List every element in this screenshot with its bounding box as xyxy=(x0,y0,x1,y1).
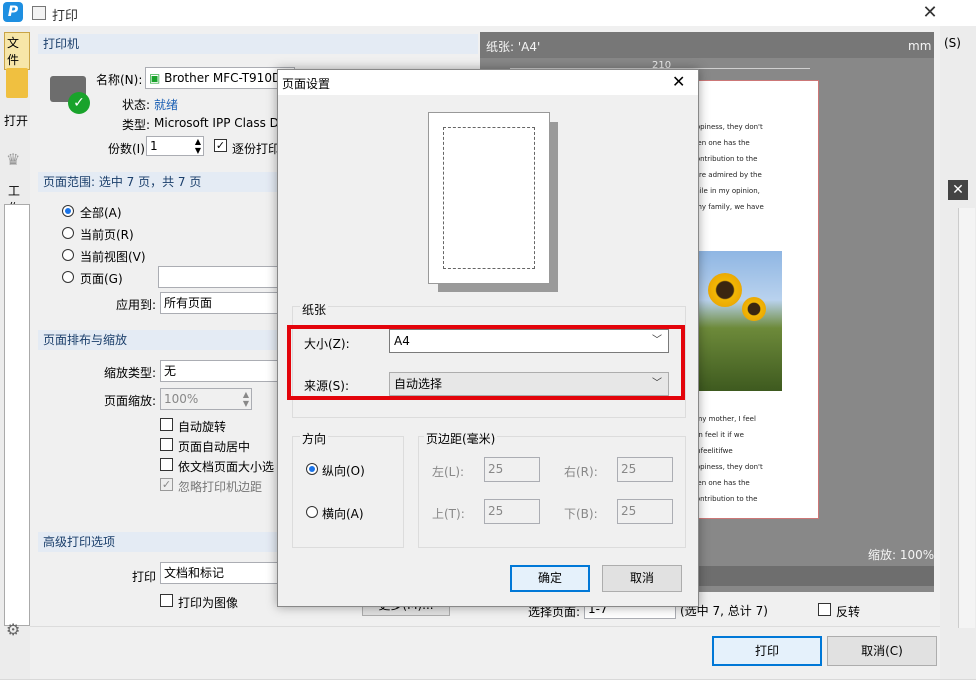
page-scale-input[interactable]: 100% ▲ ▼ xyxy=(160,388,252,410)
collate-label: 逐份打印 xyxy=(232,142,281,156)
paper-group-title: 纸张 xyxy=(300,301,329,318)
margins-group-title: 页边距(毫米) xyxy=(424,430,498,447)
range-current-view-label: 当前视图(V) xyxy=(80,250,146,264)
margin-left-label: 左(L): xyxy=(432,465,465,479)
range-pages-input[interactable] xyxy=(158,266,278,288)
printer-name-select[interactable]: ▣ Brother MFC-T910D xyxy=(145,67,295,89)
auto-center-label: 页面自动居中 xyxy=(178,440,251,454)
print-as-image-label: 打印为图像 xyxy=(178,596,239,610)
printer-group-title: 打印机 xyxy=(38,34,478,54)
zoom-text: 缩放: 100% xyxy=(868,548,935,562)
margin-right-label: 右(R): xyxy=(564,465,598,479)
margin-left-input[interactable]: 25 xyxy=(484,457,540,482)
page-setup-close-icon[interactable]: ✕ xyxy=(672,72,685,91)
printer-status-value: 就绪 xyxy=(154,98,179,112)
range-current-view-radio[interactable] xyxy=(62,249,74,261)
unit-label: mm xyxy=(908,39,932,53)
margin-right-input[interactable]: 25 xyxy=(617,457,673,482)
bg-close-icon: ✕ xyxy=(948,180,968,200)
bg-panel xyxy=(4,204,30,626)
printer-type-value: Microsoft IPP Class Dr xyxy=(154,116,284,130)
range-all-label: 全部(A) xyxy=(80,206,122,220)
window-titlebar: P 打印 ✕ xyxy=(0,0,976,27)
reverse-checkbox[interactable] xyxy=(818,603,831,616)
bg-file-tab: 文件 xyxy=(4,32,30,70)
bg-scrollbar xyxy=(958,208,975,628)
page-setup-title: 页面设置 xyxy=(282,77,331,91)
sample-page-margins xyxy=(443,127,535,269)
scale-type-label: 缩放类型: xyxy=(104,366,157,380)
paper-size-label: 纸张: 'A4' xyxy=(486,40,541,54)
collate-checkbox[interactable]: ✓ xyxy=(214,139,227,152)
page-scale-label: 页面缩放: xyxy=(104,394,157,408)
bg-gear-icon: ⚙ xyxy=(6,620,21,639)
ignore-margins-checkbox[interactable]: ✓ xyxy=(160,478,173,491)
sample-page xyxy=(428,112,550,284)
print-what-label: 打印 xyxy=(132,570,157,584)
printer-small-icon: ▣ xyxy=(149,71,161,85)
print-button[interactable]: 打印 xyxy=(712,636,822,666)
copies-label: 份数(I): xyxy=(108,142,149,156)
range-pages-label: 页面(G) xyxy=(80,272,123,286)
margin-top-input[interactable]: 25 xyxy=(484,499,540,524)
auto-center-checkbox[interactable] xyxy=(160,438,173,451)
window-title: 打印 xyxy=(52,9,79,24)
auto-rotate-label: 自动旋转 xyxy=(178,420,227,434)
background-app-right: (S) ✕ xyxy=(940,26,976,679)
range-pages-radio[interactable] xyxy=(62,271,74,283)
sunflower-head xyxy=(708,273,742,307)
orientation-group-title: 方向 xyxy=(300,430,329,447)
printer-name-value: Brother MFC-T910D xyxy=(164,71,282,85)
page-scale-value: 100% xyxy=(164,392,199,406)
bg-open-label: 打开 xyxy=(4,114,29,128)
range-current-page-radio[interactable] xyxy=(62,227,74,239)
printer-status-label: 状态: xyxy=(122,98,151,112)
sunflower-head xyxy=(742,297,766,321)
window-close-icon[interactable]: ✕ xyxy=(918,1,942,25)
landscape-radio[interactable] xyxy=(306,506,318,518)
bg-crown-icon: ♛ xyxy=(6,150,21,169)
range-current-page-label: 当前页(R) xyxy=(80,228,134,242)
range-all-radio[interactable] xyxy=(62,205,74,217)
landscape-label: 横向(A) xyxy=(322,507,364,521)
auto-rotate-checkbox[interactable] xyxy=(160,418,173,431)
bg-folder-icon xyxy=(6,68,28,98)
orientation-group xyxy=(292,436,404,548)
portrait-label: 纵向(O) xyxy=(322,464,365,478)
ok-button[interactable]: 确定 xyxy=(510,565,590,592)
highlight-box xyxy=(287,325,685,400)
stepper-arrows-icon[interactable]: ▲ ▼ xyxy=(195,137,201,155)
background-app-left: 文件 打开 ♛ 工作 ⚙ xyxy=(0,26,30,679)
copies-stepper[interactable]: 1 ▲ ▼ xyxy=(146,136,204,156)
print-what-select[interactable]: 文档和标记 xyxy=(160,562,278,584)
apply-to-select[interactable]: 所有页面 xyxy=(160,292,278,314)
cancel-button[interactable]: 取消(C) xyxy=(827,636,937,666)
preview-header: 纸张: 'A4' mm xyxy=(480,32,934,58)
portrait-radio[interactable] xyxy=(306,463,318,475)
app-logo-icon: P xyxy=(3,2,23,22)
margin-top-label: 上(T): xyxy=(432,507,465,521)
ignore-margins-label: 忽略打印机边距 xyxy=(178,480,263,494)
margin-bottom-label: 下(B): xyxy=(564,507,598,521)
reverse-label: 反转 xyxy=(836,605,861,619)
copies-value: 1 xyxy=(150,139,158,153)
scale-type-select[interactable]: 无 xyxy=(160,360,278,382)
printer-type-label: 类型: xyxy=(122,118,151,132)
printer-ready-check-icon: ✓ xyxy=(68,92,90,114)
page-size-label: 依文档页面大小选 xyxy=(178,460,275,474)
margins-group xyxy=(418,436,686,548)
page-setup-titlebar: 页面设置 ✕ xyxy=(278,70,698,95)
margin-bottom-input[interactable]: 25 xyxy=(617,499,673,524)
page-scale-stepper-icon[interactable]: ▲ ▼ xyxy=(243,390,249,408)
print-as-image-checkbox[interactable] xyxy=(160,594,173,607)
print-window-icon xyxy=(32,6,46,20)
printer-name-label: 名称(N): xyxy=(96,73,143,87)
page-size-checkbox[interactable] xyxy=(160,458,173,471)
apply-to-label: 应用到: xyxy=(116,298,157,312)
modal-cancel-button[interactable]: 取消 xyxy=(602,565,682,592)
bg-right-label: (S) xyxy=(944,36,961,50)
